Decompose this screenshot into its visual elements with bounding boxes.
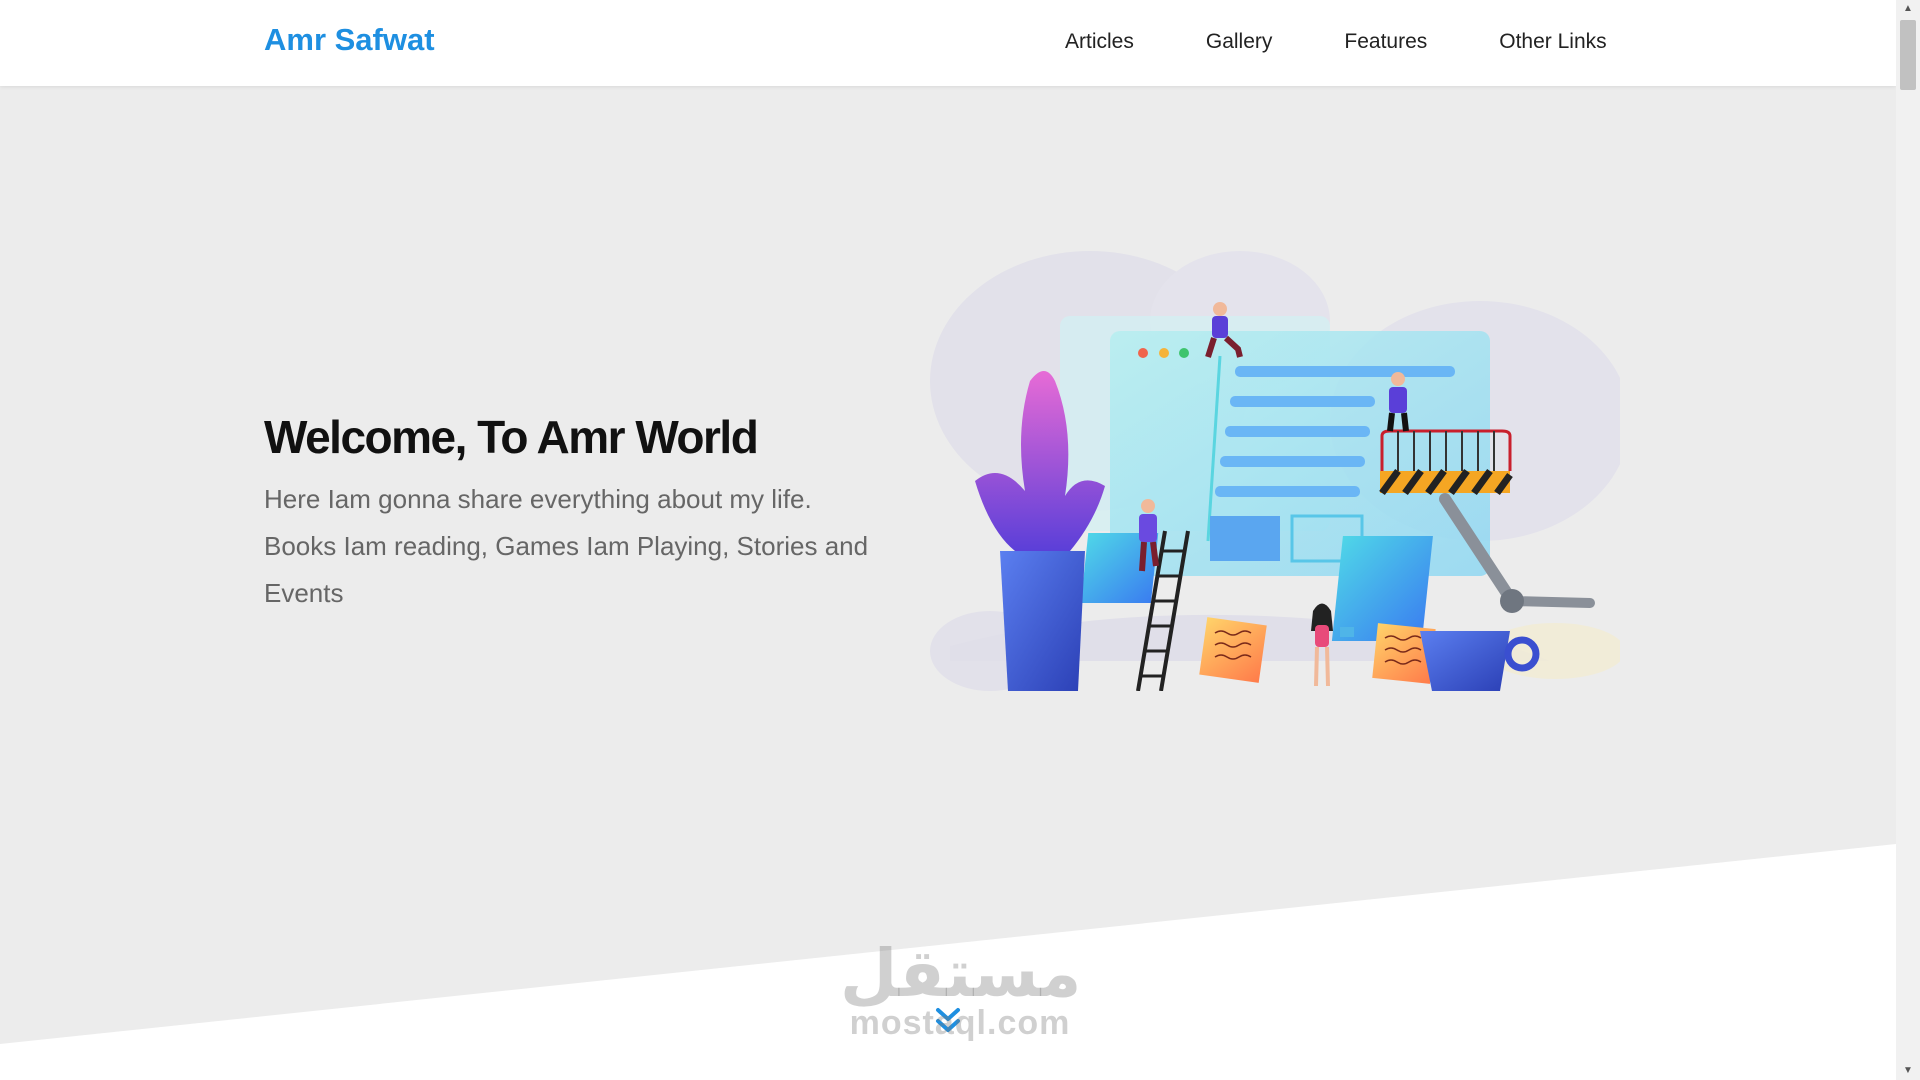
watermark: مستقل mostaql.com xyxy=(840,936,1082,1042)
nav-link-features[interactable]: Features xyxy=(1344,30,1427,54)
nav-link-other-links[interactable]: Other Links xyxy=(1499,30,1606,54)
watermark-arabic: مستقل xyxy=(840,936,1082,1010)
triangle-up-icon[interactable]: ▲ xyxy=(1896,0,1920,18)
site-header: Amr Safwat Articles Gallery Features Oth… xyxy=(0,0,1896,86)
hero-illustration xyxy=(930,251,1620,691)
triangle-down-icon[interactable]: ▼ xyxy=(1896,1062,1920,1080)
page-scrollbar[interactable]: ▲ ▼ xyxy=(1896,0,1920,1080)
hero-text: Here Iam gonna share everything about my… xyxy=(264,484,869,608)
main-nav: Articles Gallery Features Other Links xyxy=(1065,30,1607,54)
hero-title: Welcome, To Amr World xyxy=(264,411,759,463)
scrollbar-thumb[interactable] xyxy=(1900,20,1916,90)
watermark-latin: mostaql.com xyxy=(849,1004,1071,1042)
nav-link-articles[interactable]: Articles xyxy=(1065,30,1134,54)
nav-link-gallery[interactable]: Gallery xyxy=(1206,30,1273,54)
site-logo[interactable]: Amr Safwat xyxy=(264,22,435,58)
hero-section: Welcome, To Amr World Here Iam gonna sha… xyxy=(0,86,1896,1080)
